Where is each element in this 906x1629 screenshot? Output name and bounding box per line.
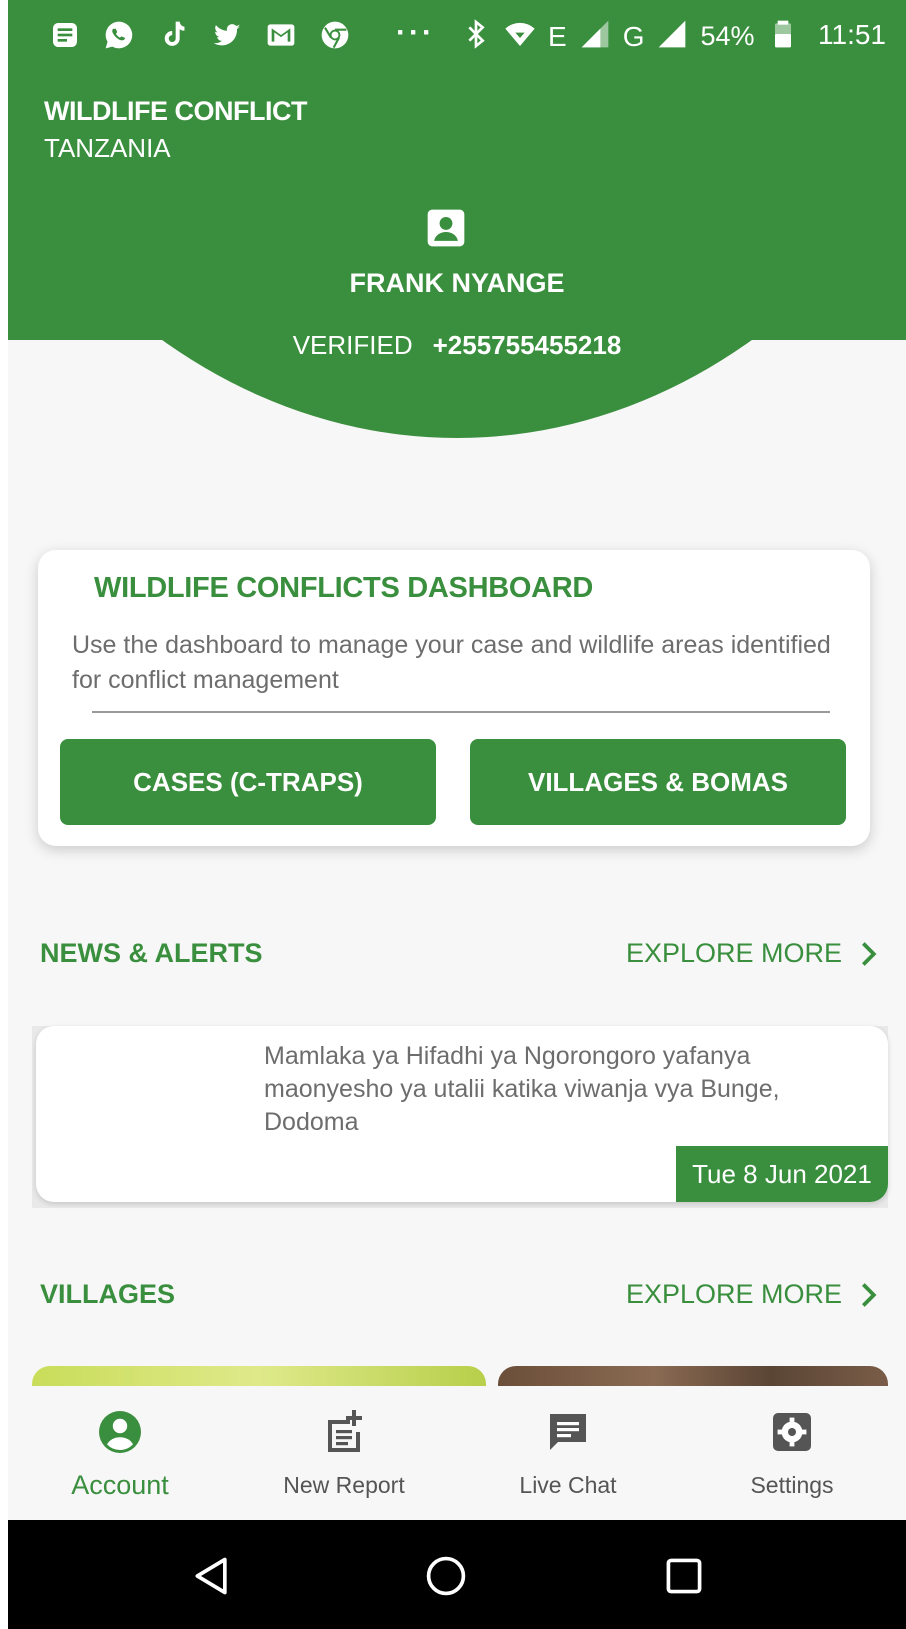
wifi-icon (504, 18, 536, 55)
bottom-navigation: Account New Report Live Chat Settings (8, 1386, 906, 1520)
nav-account-label: Account (71, 1470, 169, 1500)
explore-more-label: EXPLORE MORE (625, 938, 842, 968)
nav-live-chat[interactable]: Live Chat (456, 1386, 680, 1520)
villages-section-header: VILLAGES EXPLORE MORE (40, 1279, 882, 1319)
news-explore-more-link[interactable]: EXPLORE MORE (626, 938, 882, 969)
gmail-icon (264, 18, 298, 52)
home-icon[interactable] (424, 1554, 468, 1598)
whatsapp-icon (102, 18, 136, 52)
app-title: WILDLIFE CONFLICT TANZANIA (44, 96, 307, 164)
system-navigation-bar (8, 1520, 906, 1629)
dashboard-description: Use the dashboard to manage your case an… (72, 631, 831, 694)
account-circle-icon (99, 1411, 141, 1453)
nav-settings-label: Settings (750, 1472, 834, 1498)
news-list: Mamlaka ya Hifadhi ya Ngorongoro yafanya… (32, 1026, 888, 1208)
tiktok-icon (156, 18, 190, 52)
back-icon[interactable] (190, 1554, 234, 1598)
villages-explore-more-link[interactable]: EXPLORE MORE (626, 1279, 882, 1310)
verification-row: VERIFIED +255755455218 (8, 330, 906, 361)
battery-percent: 54% (700, 21, 755, 51)
nav-new-report-label: New Report (283, 1472, 405, 1498)
notes-icon (48, 18, 82, 52)
chevron-right-icon (862, 941, 877, 966)
dashboard-card: WILDLIFE CONFLICTS DASHBOARD Use the das… (38, 550, 870, 846)
new-report-icon (328, 1410, 362, 1452)
app-title-line2: TANZANIA (44, 133, 171, 163)
network-type-1: E (548, 20, 567, 52)
news-card[interactable]: Mamlaka ya Hifadhi ya Ngorongoro yafanya… (36, 1026, 888, 1202)
nav-account[interactable]: Account (8, 1386, 232, 1520)
chrome-icon (318, 18, 352, 52)
status-bar: ··· E G 54% 11:51 (8, 0, 906, 74)
dashboard-title: WILDLIFE CONFLICTS DASHBOARD (94, 572, 594, 604)
network-type-2: G (622, 20, 645, 52)
bluetooth-icon (460, 18, 492, 55)
app-title-line1: WILDLIFE CONFLICT (44, 96, 307, 126)
nav-new-report[interactable]: New Report (232, 1386, 456, 1520)
divider (92, 711, 830, 713)
profile-avatar-icon (427, 209, 465, 247)
villages-section-title: VILLAGES (40, 1279, 176, 1309)
nav-live-chat-label: Live Chat (519, 1472, 617, 1498)
nav-settings[interactable]: Settings (680, 1386, 904, 1520)
user-name: FRANK NYANGE (349, 268, 565, 298)
signal-icon (579, 18, 611, 55)
chat-icon (550, 1414, 586, 1450)
cases-button[interactable]: CASES (C-TRAPS) (60, 739, 436, 825)
more-notifications-icon: ··· (396, 16, 435, 49)
signal-icon-2 (656, 18, 688, 55)
app-screen: ··· E G 54% 11:51 WILDLIFE CONFLICT TANZ… (8, 0, 906, 1629)
explore-more-label: EXPLORE MORE (625, 1279, 842, 1309)
clock: 11:51 (818, 19, 886, 50)
news-date-badge: Tue 8 Jun 2021 (676, 1146, 888, 1202)
verified-badge: VERIFIED (292, 330, 413, 360)
phone-number: +255755455218 (432, 330, 622, 360)
twitter-icon (210, 18, 244, 52)
battery-icon (767, 18, 799, 55)
news-headline: Mamlaka ya Hifadhi ya Ngorongoro yafanya… (264, 1042, 780, 1136)
news-section-header: NEWS & ALERTS EXPLORE MORE (40, 938, 882, 978)
villages-bomas-button[interactable]: VILLAGES & BOMAS (470, 739, 846, 825)
news-section-title: NEWS & ALERTS (40, 938, 263, 968)
recents-icon[interactable] (662, 1554, 706, 1598)
news-thumbnail (48, 1038, 254, 1188)
gear-icon (773, 1413, 811, 1451)
chevron-right-icon (862, 1282, 877, 1307)
